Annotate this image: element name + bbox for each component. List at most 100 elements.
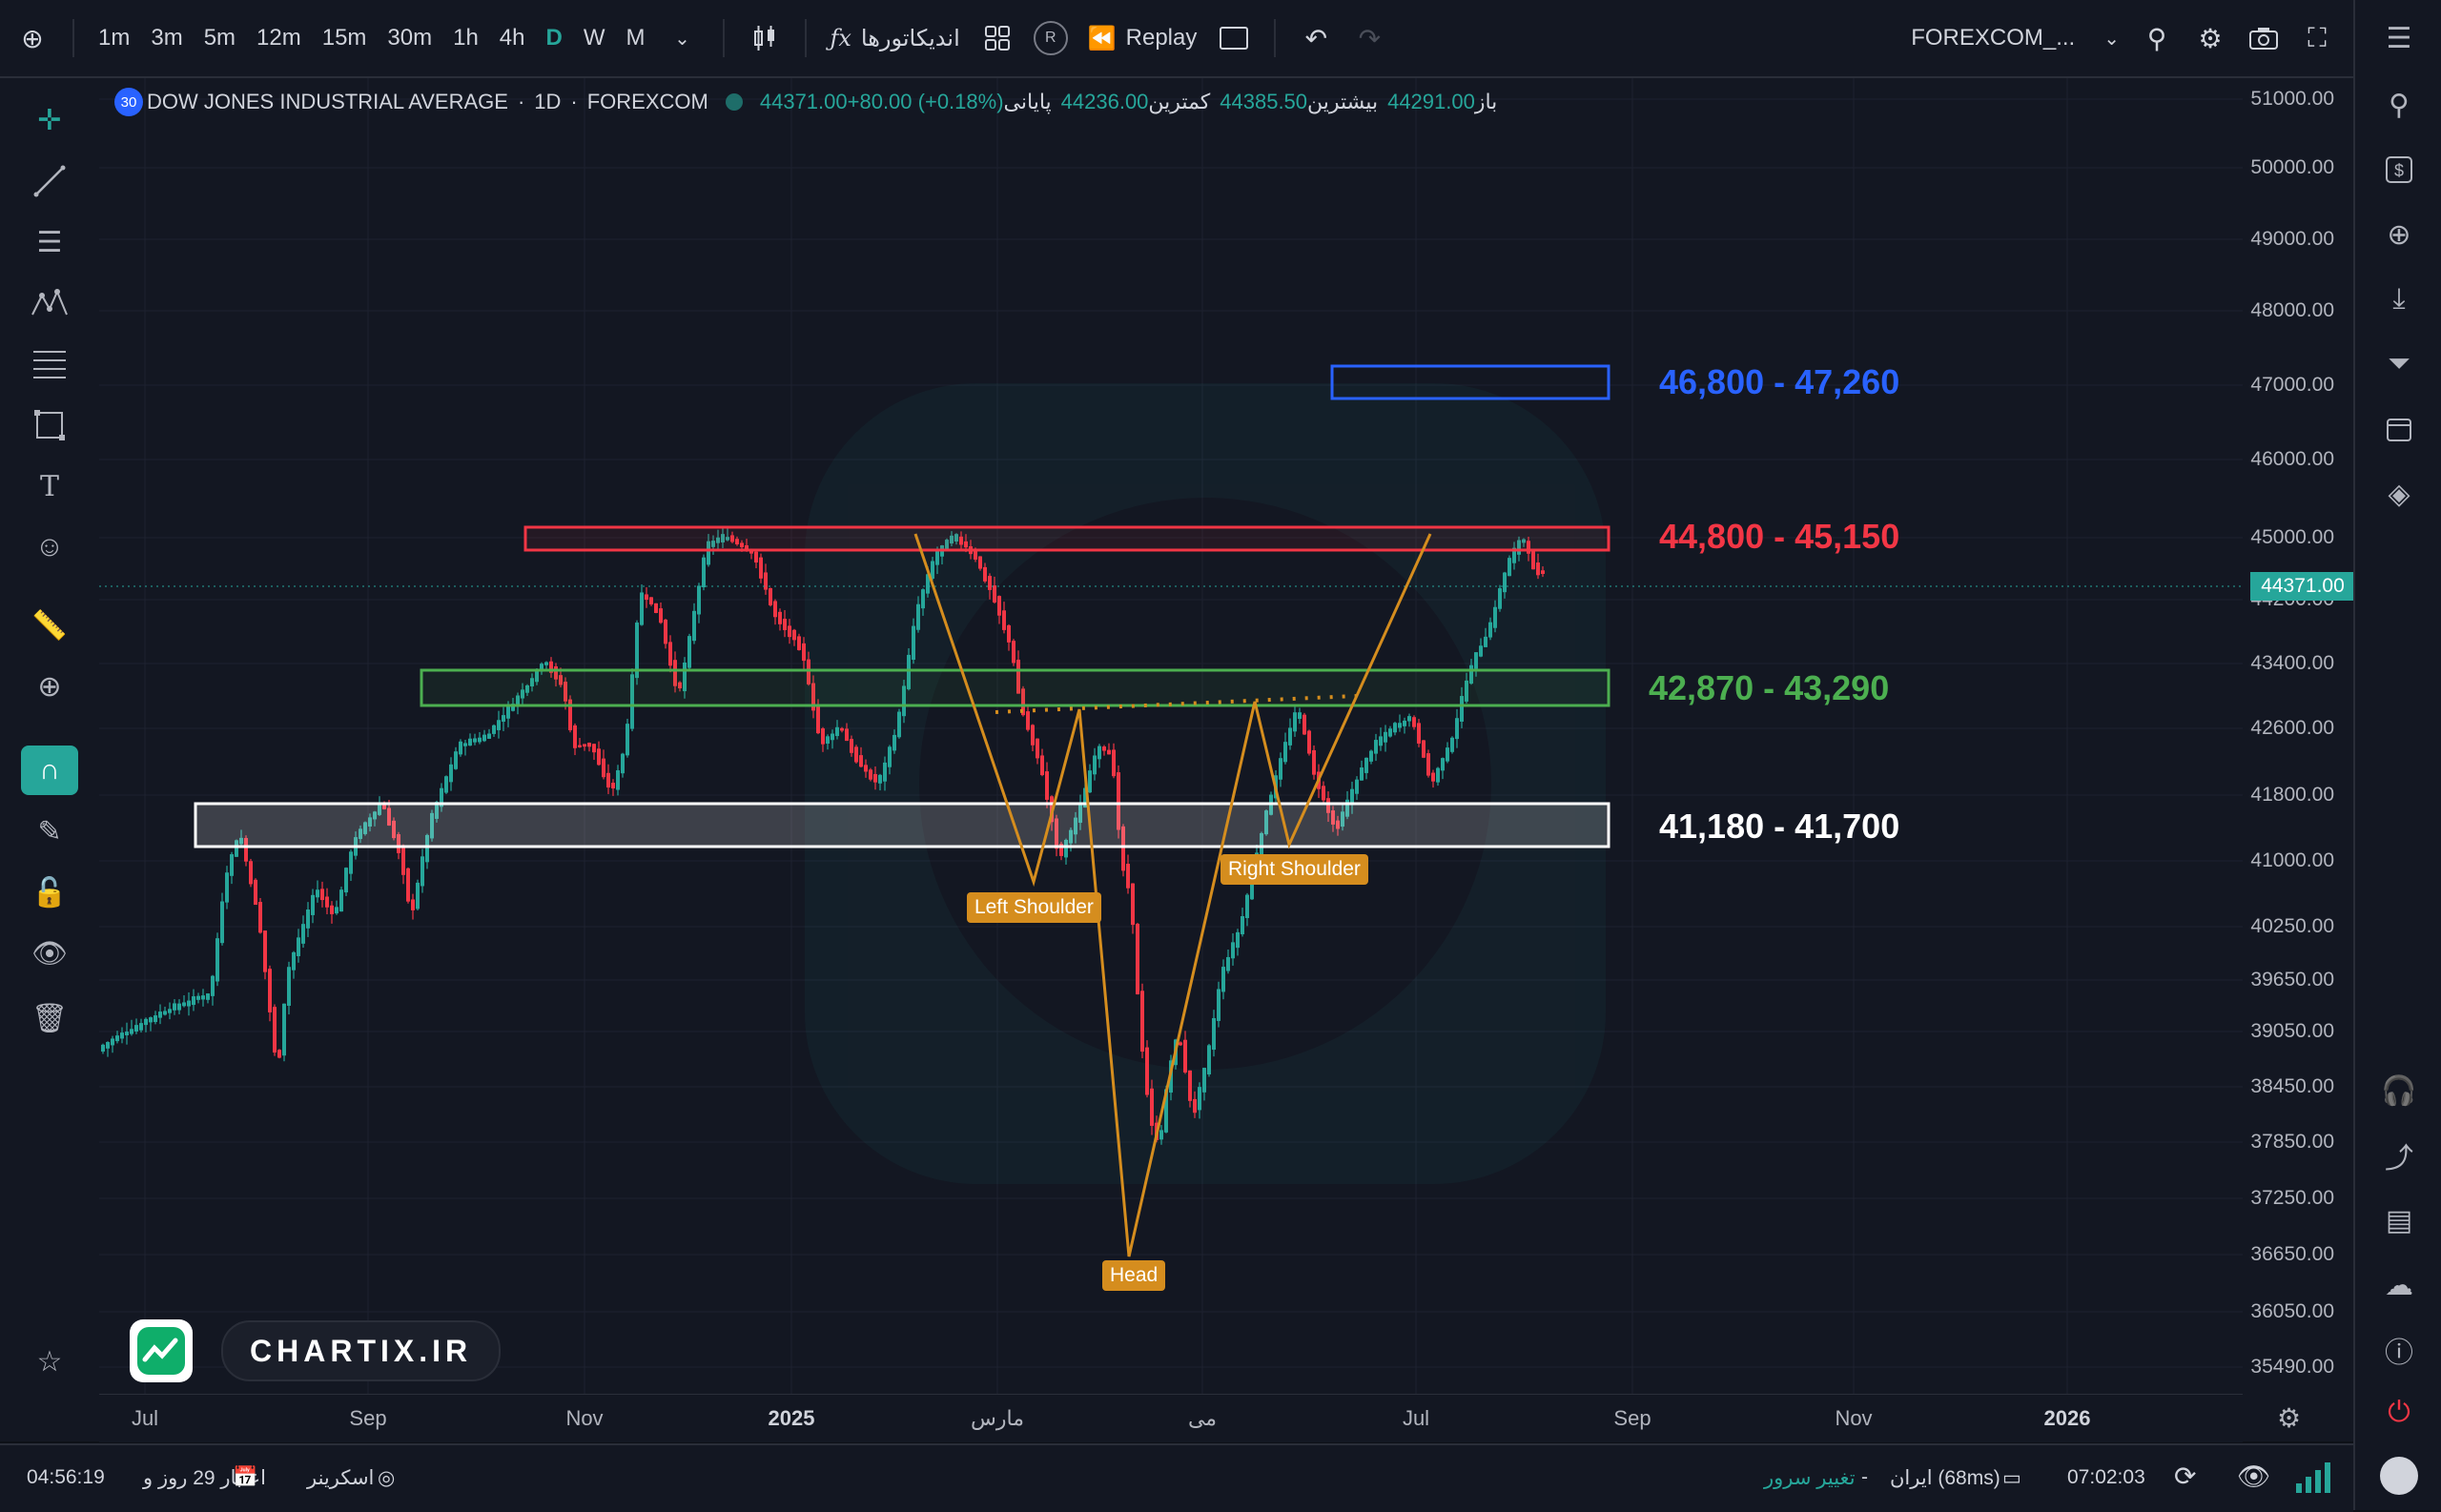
add-alert-icon[interactable]: ⊕ — [2374, 210, 2424, 259]
candle-body — [697, 585, 701, 615]
eye-icon[interactable]: 👁 — [21, 929, 78, 978]
left-shoulder-label: Left Shoulder — [967, 892, 1101, 923]
text-tool-icon[interactable]: T — [21, 461, 78, 511]
redo-icon[interactable]: ↷ — [1350, 19, 1388, 57]
visibility-icon[interactable]: 👁 — [2237, 1461, 2271, 1492]
draw-mode-icon[interactable]: ✎ — [21, 807, 78, 856]
share-icon[interactable]: ⤴ — [2374, 1131, 2424, 1180]
support-headset-icon[interactable]: 🎧 — [2374, 1066, 2424, 1115]
alert-icon[interactable]: R — [1032, 19, 1070, 57]
candle-body — [1398, 723, 1402, 728]
power-icon[interactable]: ⏻ — [2374, 1388, 2424, 1438]
cloud-icon[interactable]: ☁ — [2374, 1260, 2424, 1310]
timeframe-30m[interactable]: 30m — [377, 0, 442, 76]
timeframe-1m[interactable]: 1m — [88, 0, 140, 76]
replay-button[interactable]: ⏪ Replay — [1077, 0, 1208, 76]
price-axis[interactable]: 35490.00 36050.00 36650.00 37250.00 37850.00… — [2243, 78, 2355, 1441]
zone-label-blue: 46,800 - 47,260 — [1659, 362, 1900, 401]
timeframe-D[interactable]: D — [536, 0, 573, 76]
candle-body — [840, 727, 844, 731]
layers-icon[interactable]: ◈ — [2374, 469, 2424, 519]
trend-line-icon[interactable] — [21, 156, 78, 206]
filter-icon[interactable]: ⏷ — [2374, 339, 2424, 389]
layouts-grid-icon[interactable] — [978, 19, 1016, 57]
candle-type-icon[interactable] — [746, 19, 784, 57]
candle-body — [1145, 1047, 1149, 1095]
timeframe-5m[interactable]: 5m — [194, 0, 246, 76]
legend-exchange[interactable]: FOREXCOM — [587, 90, 708, 114]
chart-canvas[interactable] — [99, 78, 2243, 1394]
legend-interval[interactable]: 1D — [534, 90, 561, 114]
time-tick-label: مارس — [971, 1406, 1024, 1430]
time-tick-label: Jul — [131, 1406, 159, 1430]
candle-body — [111, 1038, 114, 1046]
crosshair-icon[interactable]: ✛ — [21, 95, 78, 145]
screener-icon[interactable]: ◎ — [378, 1466, 395, 1490]
lock-icon[interactable]: 🔓 — [21, 868, 78, 917]
screener-label[interactable]: اسکرینر — [307, 1466, 374, 1490]
timeframe-15m[interactable]: 15m — [312, 0, 378, 76]
timeframe-W[interactable]: W — [573, 0, 616, 76]
zoom-in-icon[interactable]: ⊕ — [21, 662, 78, 711]
chevron-down-icon[interactable]: ⌄ — [664, 19, 702, 57]
search-icon[interactable]: ⚲ — [2374, 80, 2424, 130]
clock: 07:02:03 — [2067, 1466, 2145, 1488]
dollar-icon[interactable]: $ — [2374, 145, 2424, 194]
quick-search-icon[interactable]: ⚲ — [2138, 19, 2176, 57]
symbol-selector[interactable]: FOREXCOM_... ⌄ — [1900, 0, 2130, 76]
rewind-icon: ⏪ — [1087, 25, 1117, 51]
magnet-icon[interactable]: ∩ — [21, 746, 78, 795]
ruler-icon[interactable]: 📏 — [21, 601, 78, 650]
camera-icon[interactable] — [2245, 19, 2283, 57]
indicators-button[interactable]: ƒx اندیکاتورها — [820, 0, 971, 76]
rectangle-icon[interactable] — [1215, 19, 1253, 57]
legend-symbol[interactable]: DOW JONES INDUSTRIAL AVERAGE — [147, 90, 508, 114]
timeframe-12m[interactable]: 12m — [246, 0, 312, 76]
undo-icon[interactable]: ↶ — [1297, 19, 1335, 57]
fullscreen-icon[interactable]: ⛶ — [2298, 19, 2336, 57]
calendar-icon[interactable] — [2374, 404, 2424, 454]
change-server-link[interactable]: تغییر سرور — [1764, 1466, 1856, 1490]
candle-body — [211, 975, 215, 996]
status-separator: - — [1861, 1466, 1868, 1488]
candle-body — [854, 746, 858, 763]
info-icon[interactable]: ⓘ — [2374, 1325, 2424, 1375]
candle-body — [120, 1032, 124, 1039]
market-status-dot — [725, 93, 743, 111]
candle-body — [859, 755, 863, 767]
candle-body — [1107, 749, 1111, 755]
timeframe-M[interactable]: M — [616, 0, 656, 76]
time-axis[interactable]: ⚙ Jul Sep Nov 2025 مارس می Jul Sep Nov 2026 — [99, 1394, 2301, 1442]
candle-body — [1322, 786, 1325, 801]
download-icon[interactable]: ⤓ — [2374, 275, 2424, 324]
candle-body — [101, 1044, 105, 1052]
pattern-tool-icon[interactable] — [21, 278, 78, 328]
symbol-badge: 30 — [114, 88, 143, 116]
alert-badge: R — [1033, 21, 1068, 55]
avatar[interactable] — [2374, 1451, 2424, 1501]
server-status: ایران (68ms) — [1890, 1467, 2000, 1489]
timeframe-1h[interactable]: 1h — [442, 0, 489, 76]
fib-tool-icon[interactable] — [21, 339, 78, 389]
time-tick-label: 2026 — [2043, 1406, 2091, 1430]
candle-body — [873, 773, 877, 783]
chart-area[interactable]: 30 DOW JONES INDUSTRIAL AVERAGE · 1D · F… — [99, 78, 2243, 1394]
candle-body — [487, 733, 491, 739]
sticker-icon[interactable]: ☺ — [21, 522, 78, 572]
candle-body — [1541, 570, 1545, 575]
timeframe-4h[interactable]: 4h — [489, 0, 536, 76]
favorites-star-icon[interactable]: ☆ — [21, 1337, 78, 1386]
candle-body — [578, 745, 582, 747]
cards-icon[interactable]: ▤ — [2374, 1195, 2424, 1245]
menu-icon[interactable]: ☰ — [2374, 13, 2424, 63]
timeframe-3m[interactable]: 3m — [140, 0, 193, 76]
shapes-icon[interactable] — [21, 400, 78, 450]
refresh-icon[interactable]: ⟳ — [2174, 1461, 2196, 1492]
gear-icon[interactable]: ⚙ — [2191, 19, 2229, 57]
add-symbol-icon[interactable]: ⊕ — [13, 19, 51, 57]
trash-icon[interactable]: 🗑 — [21, 993, 78, 1043]
candle-body — [1007, 624, 1011, 643]
credit-calendar-icon[interactable]: 📅 — [233, 1466, 257, 1489]
axis-settings-icon[interactable]: ⚙ — [2277, 1402, 2301, 1434]
horizontal-lines-icon[interactable]: ☰ — [21, 217, 78, 267]
